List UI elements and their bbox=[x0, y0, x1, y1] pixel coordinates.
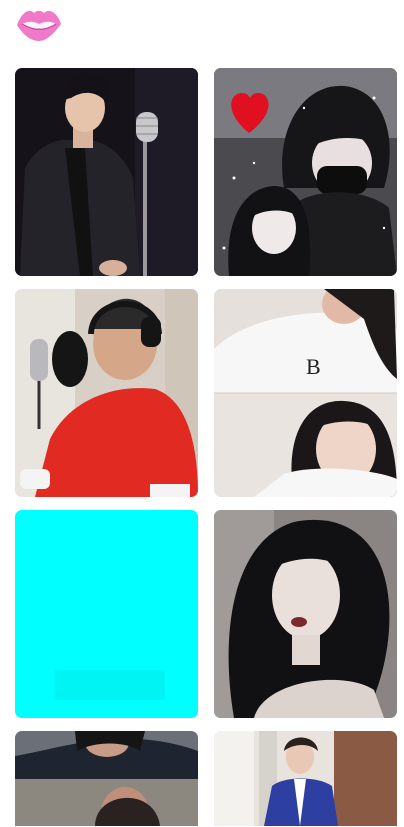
feed-card-girl-portrait[interactable] bbox=[214, 510, 397, 718]
app-header bbox=[0, 0, 404, 60]
feed-card-studio-singer[interactable] bbox=[15, 289, 198, 497]
feed-card-girl-collage[interactable]: B bbox=[214, 289, 397, 497]
feed-card-singer[interactable] bbox=[15, 68, 198, 276]
feed-card-anime-couple[interactable] bbox=[214, 68, 397, 276]
video-feed-grid: B bbox=[15, 68, 397, 826]
feed-card-cyan[interactable] bbox=[15, 510, 198, 718]
feed-card-woman-outdoor[interactable] bbox=[15, 731, 198, 826]
feed-card-girl-blue-jacket[interactable] bbox=[214, 731, 397, 826]
lips-icon[interactable] bbox=[14, 4, 64, 46]
svg-text:B: B bbox=[306, 354, 321, 379]
